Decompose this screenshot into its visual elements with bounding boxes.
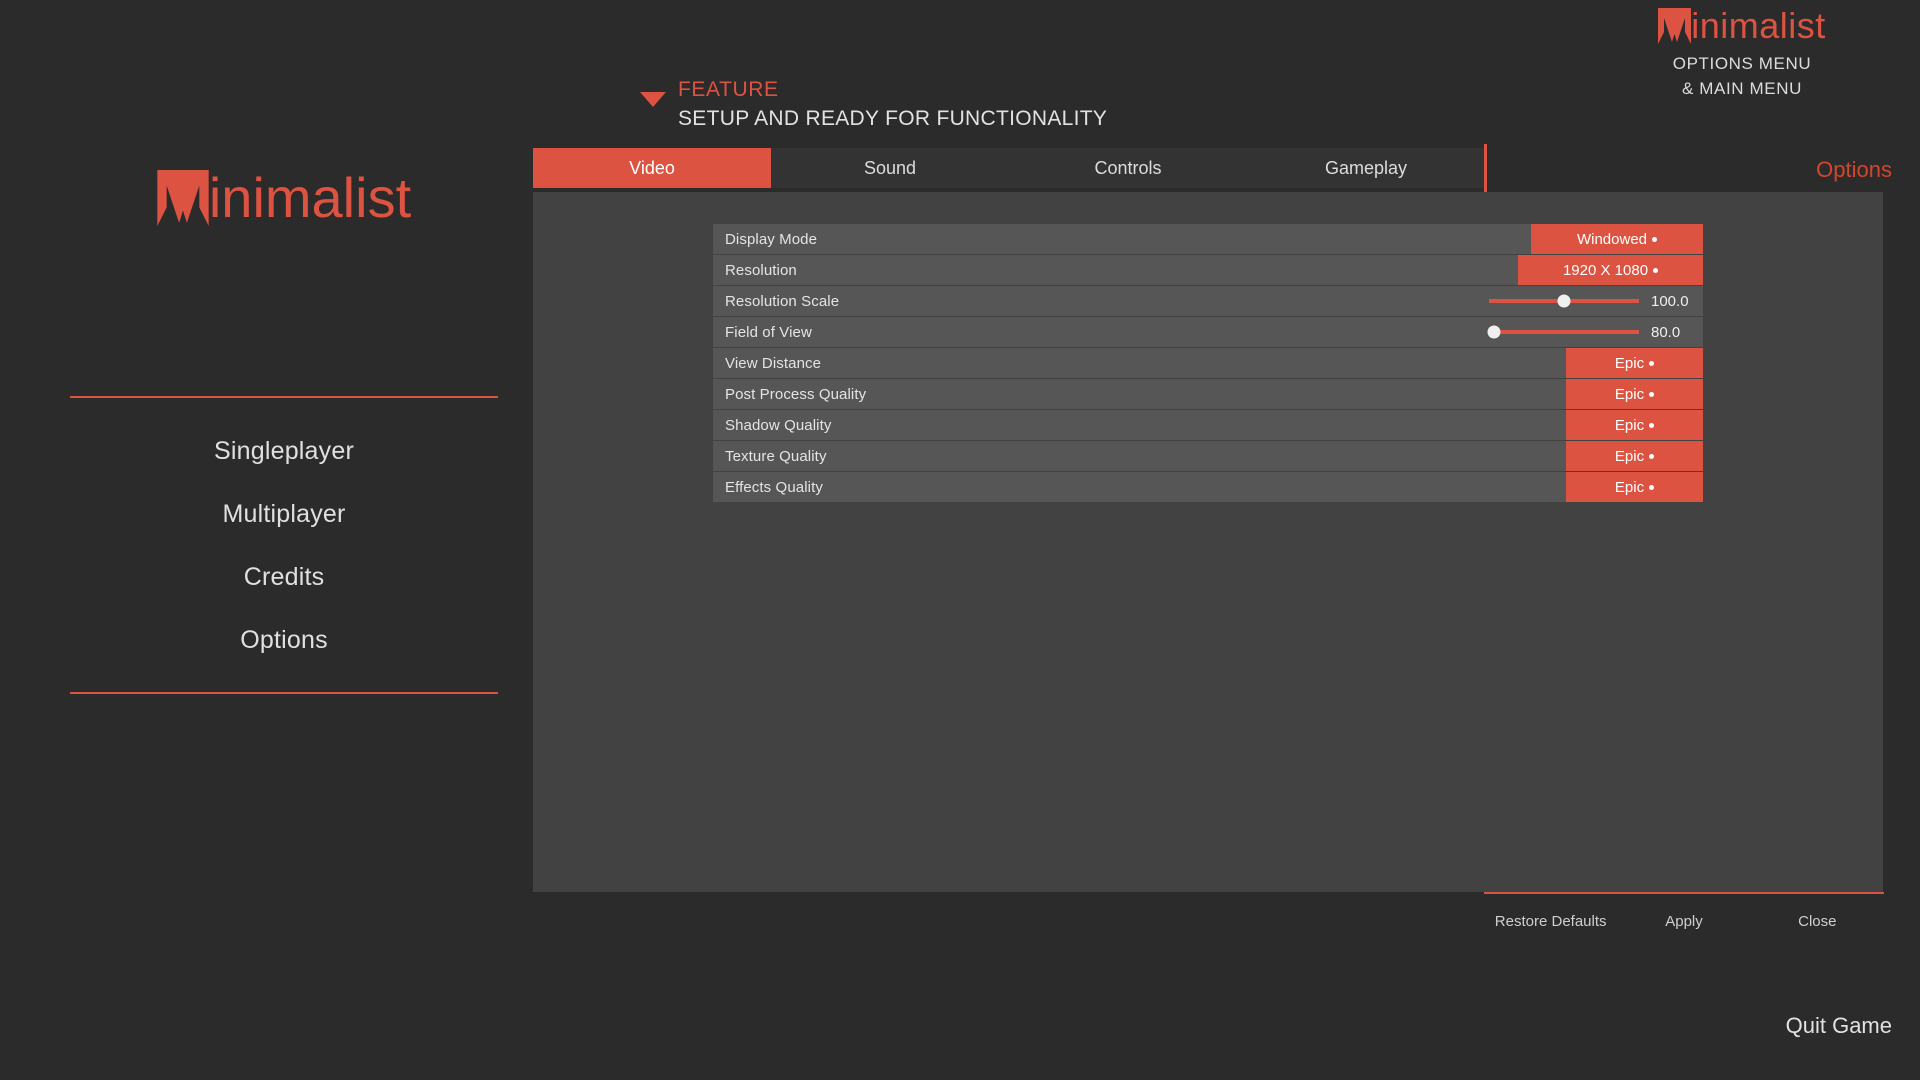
setting-label-resolution: Resolution — [725, 261, 797, 279]
slider-wrap-field-of-view: 80.0 — [1473, 324, 1703, 341]
dropdown-indicator-icon — [1649, 484, 1655, 490]
setting-control-display-mode: Windowed — [1531, 224, 1703, 254]
slider-value-resolution-scale: 100.0 — [1651, 292, 1689, 310]
setting-control-view-distance: Epic — [1566, 348, 1703, 378]
slider-resolution-scale[interactable] — [1489, 294, 1639, 308]
setting-label-view-distance: View Distance — [725, 354, 822, 372]
setting-row-shadow-quality: Shadow Quality Epic — [713, 410, 1703, 440]
setting-row-display-mode: Display Mode Windowed — [713, 224, 1703, 254]
setting-label-texture-quality: Texture Quality — [725, 447, 827, 465]
menu-item-singleplayer[interactable]: Singleplayer — [70, 420, 498, 483]
feature-subtitle: SETUP AND READY FOR FUNCTIONALITY — [678, 106, 1108, 130]
dropdown-view-distance[interactable]: Epic — [1566, 348, 1703, 378]
settings-rows: Display Mode Windowed Resolution 1920 X 108… — [713, 224, 1703, 503]
dropdown-resolution[interactable]: 1920 X 1080 — [1518, 255, 1703, 285]
dropdown-value-post-process-quality: Epic — [1614, 385, 1645, 403]
setting-row-view-distance: View Distance Epic — [713, 348, 1703, 378]
feature-texts: FEATURE SETUP AND READY FOR FUNCTIONALIT… — [678, 78, 1107, 130]
dropdown-indicator-icon — [1649, 453, 1655, 459]
setting-label-effects-quality: Effects Quality — [725, 478, 823, 496]
setting-label-shadow-quality: Shadow Quality — [725, 416, 832, 434]
brand-logo-text: inimalist — [1691, 5, 1826, 46]
slider-handle-field-of-view[interactable] — [1487, 325, 1500, 339]
setting-control-resolution-scale: 100.0 — [1473, 286, 1703, 316]
setting-control-post-process-quality: Epic — [1566, 379, 1703, 409]
dropdown-indicator-icon — [1649, 391, 1655, 397]
setting-control-effects-quality: Epic — [1566, 472, 1703, 502]
setting-row-texture-quality: Texture Quality Epic — [713, 441, 1703, 471]
setting-label-resolution-scale: Resolution Scale — [725, 292, 840, 310]
slider-field-of-view[interactable] — [1487, 325, 1639, 339]
dropdown-shadow-quality[interactable]: Epic — [1566, 410, 1703, 440]
triangle-down-icon — [640, 92, 666, 107]
dropdown-texture-quality[interactable]: Epic — [1566, 441, 1703, 471]
main-menu-logo: inimalist — [70, 170, 498, 226]
options-tabbar: Video Sound Controls Gameplay — [533, 148, 1485, 188]
setting-row-resolution: Resolution 1920 X 1080 — [713, 255, 1703, 285]
dropdown-indicator-icon — [1649, 360, 1655, 366]
tabbar-end-accent — [1484, 144, 1487, 192]
dropdown-indicator-icon — [1652, 236, 1658, 242]
slider-handle-resolution-scale[interactable] — [1557, 294, 1571, 308]
menu-item-multiplayer[interactable]: Multiplayer — [70, 483, 498, 546]
dropdown-indicator-icon — [1649, 422, 1655, 428]
main-menu: inimalist Singleplayer Multiplayer Credi… — [70, 170, 498, 694]
dropdown-post-process-quality[interactable]: Epic — [1566, 379, 1703, 409]
dropdown-value-display-mode: Windowed — [1576, 230, 1648, 248]
dropdown-value-view-distance: Epic — [1614, 354, 1645, 372]
dropdown-effects-quality[interactable]: Epic — [1566, 472, 1703, 502]
menu-item-credits[interactable]: Credits — [70, 546, 498, 609]
slider-wrap-resolution-scale: 100.0 — [1473, 293, 1703, 310]
menu-list: Singleplayer Multiplayer Credits Options — [70, 398, 498, 692]
close-button[interactable]: Close — [1751, 913, 1884, 930]
setting-row-effects-quality: Effects Quality Epic — [713, 472, 1703, 502]
tab-sound[interactable]: Sound — [771, 148, 1009, 188]
dropdown-value-resolution: 1920 X 1080 — [1562, 261, 1649, 279]
slider-value-field-of-view: 80.0 — [1651, 323, 1681, 341]
brand-block: inimalist OPTIONS MENU & MAIN MENU — [1592, 8, 1892, 101]
apply-button[interactable]: Apply — [1617, 913, 1750, 930]
dropdown-value-effects-quality: Epic — [1614, 478, 1645, 496]
feature-title: FEATURE — [678, 78, 779, 101]
dropdown-display-mode[interactable]: Windowed — [1531, 224, 1703, 254]
setting-control-shadow-quality: Epic — [1566, 410, 1703, 440]
setting-row-resolution-scale: Resolution Scale 100.0 — [713, 286, 1703, 316]
options-screen-label: Options — [1816, 157, 1892, 182]
brand-subtitle-line1: OPTIONS MENU — [1672, 54, 1812, 73]
setting-control-field-of-view: 80.0 — [1473, 317, 1703, 347]
setting-label-post-process-quality: Post Process Quality — [725, 385, 867, 403]
menu-spacer — [70, 256, 498, 396]
footer-divider — [1484, 892, 1884, 894]
brand-subtitle-line2: & MAIN MENU — [1682, 78, 1802, 98]
restore-defaults-button[interactable]: Restore Defaults — [1484, 913, 1617, 930]
dropdown-indicator-icon — [1653, 267, 1659, 273]
quit-game-button[interactable]: Quit Game — [1786, 1013, 1892, 1039]
setting-control-resolution: 1920 X 1080 — [1518, 255, 1703, 285]
footer-actions: Restore Defaults Apply Close — [1484, 898, 1884, 944]
tab-gameplay[interactable]: Gameplay — [1247, 148, 1485, 188]
brand-subtitle: OPTIONS MENU & MAIN MENU — [1592, 52, 1892, 101]
menu-item-options[interactable]: Options — [70, 609, 498, 672]
main-menu-logo-text: inimalist — [208, 166, 412, 229]
menu-divider-bottom — [70, 692, 498, 694]
m-triangle-logo-icon — [1658, 8, 1692, 44]
setting-label-field-of-view: Field of View — [725, 323, 812, 341]
brand-logo: inimalist — [1592, 8, 1892, 44]
tab-controls[interactable]: Controls — [1009, 148, 1247, 188]
options-panel: Display Mode Windowed Resolution 1920 X 108… — [533, 192, 1883, 892]
setting-control-texture-quality: Epic — [1566, 441, 1703, 471]
setting-label-display-mode: Display Mode — [725, 230, 818, 248]
dropdown-value-texture-quality: Epic — [1614, 447, 1645, 465]
setting-row-field-of-view: Field of View 80.0 — [713, 317, 1703, 347]
m-triangle-logo-icon — [157, 170, 209, 226]
tab-video[interactable]: Video — [533, 148, 771, 188]
dropdown-value-shadow-quality: Epic — [1614, 416, 1645, 434]
feature-header: FEATURE SETUP AND READY FOR FUNCTIONALIT… — [640, 78, 1107, 130]
setting-row-post-process-quality: Post Process Quality Epic — [713, 379, 1703, 409]
